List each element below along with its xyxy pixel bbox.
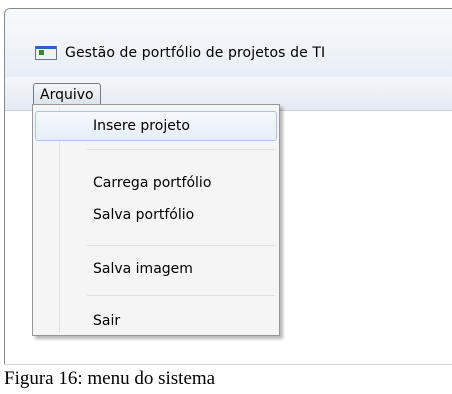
window-bottom-edge — [4, 364, 452, 365]
arquivo-dropdown-menu: Insere projeto Carrega portfólio Salva p… — [32, 104, 280, 336]
menu-separator — [87, 149, 275, 150]
menu-arquivo[interactable]: Arquivo — [33, 83, 101, 106]
menu-item-salva-imagem[interactable]: Salva imagem — [35, 255, 277, 285]
menu-item-carrega-portfolio[interactable]: Carrega portfólio — [35, 169, 277, 199]
menu-separator — [87, 245, 275, 246]
menu-item-insere-projeto[interactable]: Insere projeto — [35, 111, 277, 141]
title-bar: Gestão de portfólio de projetos de TI — [5, 9, 452, 77]
menu-item-sair[interactable]: Sair — [35, 307, 277, 337]
figure-caption: Figura 16: menu do sistema — [4, 368, 216, 389]
menu-separator — [87, 295, 275, 296]
application-icon — [35, 46, 57, 60]
window-title: Gestão de portfólio de projetos de TI — [65, 45, 326, 61]
menu-item-salva-portfolio[interactable]: Salva portfólio — [35, 201, 277, 231]
